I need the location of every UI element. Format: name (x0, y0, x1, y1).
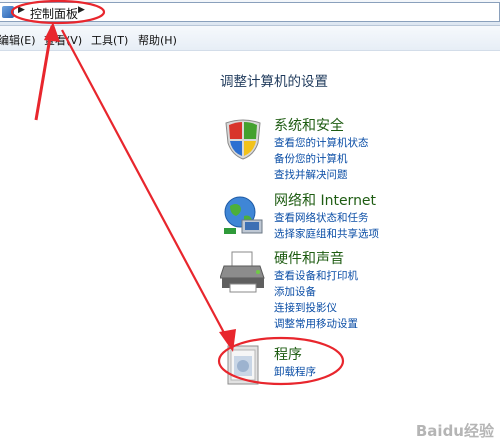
category-network-internet: 网络和 Internet 查看网络状态和任务 选择家庭组和共享选项 (220, 190, 490, 242)
category-system-security: 系统和安全 查看您的计算机状态 备份您的计算机 查找并解决问题 (220, 115, 490, 185)
address-bar-row: ▶ 控制面板 ▶ (0, 0, 500, 26)
network-globe-icon[interactable] (220, 190, 266, 236)
breadcrumb-chevron-icon[interactable]: ▶ (78, 5, 85, 15)
link-troubleshoot[interactable]: 查找并解决问题 (274, 167, 348, 182)
category-heading[interactable]: 系统和安全 (274, 115, 344, 135)
menu-help[interactable]: 帮助(H) (138, 32, 177, 48)
watermark: Baidu经验 (415, 422, 494, 440)
link-homegroup-sharing[interactable]: 选择家庭组和共享选项 (274, 226, 379, 241)
link-backup-computer[interactable]: 备份您的计算机 (274, 151, 348, 166)
address-bar[interactable]: ▶ 控制面板 ▶ (0, 2, 500, 22)
page-title: 调整计算机的设置 (220, 74, 328, 90)
link-uninstall-program[interactable]: 卸载程序 (274, 364, 316, 379)
category-hardware-sound: 硬件和声音 查看设备和打印机 添加设备 连接到投影仪 调整常用移动设置 (220, 248, 490, 332)
breadcrumb-control-panel[interactable]: 控制面板 (30, 5, 78, 22)
category-programs: 程序 卸载程序 (220, 342, 490, 385)
category-heading[interactable]: 程序 (274, 344, 302, 364)
programs-icon[interactable] (220, 342, 266, 388)
breadcrumb-chevron-icon[interactable]: ▶ (18, 5, 25, 15)
link-view-computer-status[interactable]: 查看您的计算机状态 (274, 135, 369, 150)
link-connect-projector[interactable]: 连接到投影仪 (274, 300, 337, 315)
annotation-arrow-down (61, 29, 231, 345)
link-devices-printers[interactable]: 查看设备和打印机 (274, 268, 358, 283)
control-panel-small-icon (2, 6, 14, 18)
menu-tools[interactable]: 工具(T) (91, 32, 128, 48)
menu-edit[interactable]: 编辑(E) (0, 32, 36, 48)
link-network-status[interactable]: 查看网络状态和任务 (274, 210, 369, 225)
link-add-device[interactable]: 添加设备 (274, 284, 316, 299)
link-mobility-settings[interactable]: 调整常用移动设置 (274, 316, 358, 331)
category-heading[interactable]: 硬件和声音 (274, 248, 344, 268)
menu-bar: 编辑(E) 查看(V) 工具(T) 帮助(H) (0, 26, 500, 51)
printer-icon[interactable] (220, 248, 266, 294)
shield-icon[interactable] (220, 115, 266, 161)
menu-view[interactable]: 查看(V) (44, 32, 82, 48)
category-heading[interactable]: 网络和 Internet (274, 190, 376, 210)
